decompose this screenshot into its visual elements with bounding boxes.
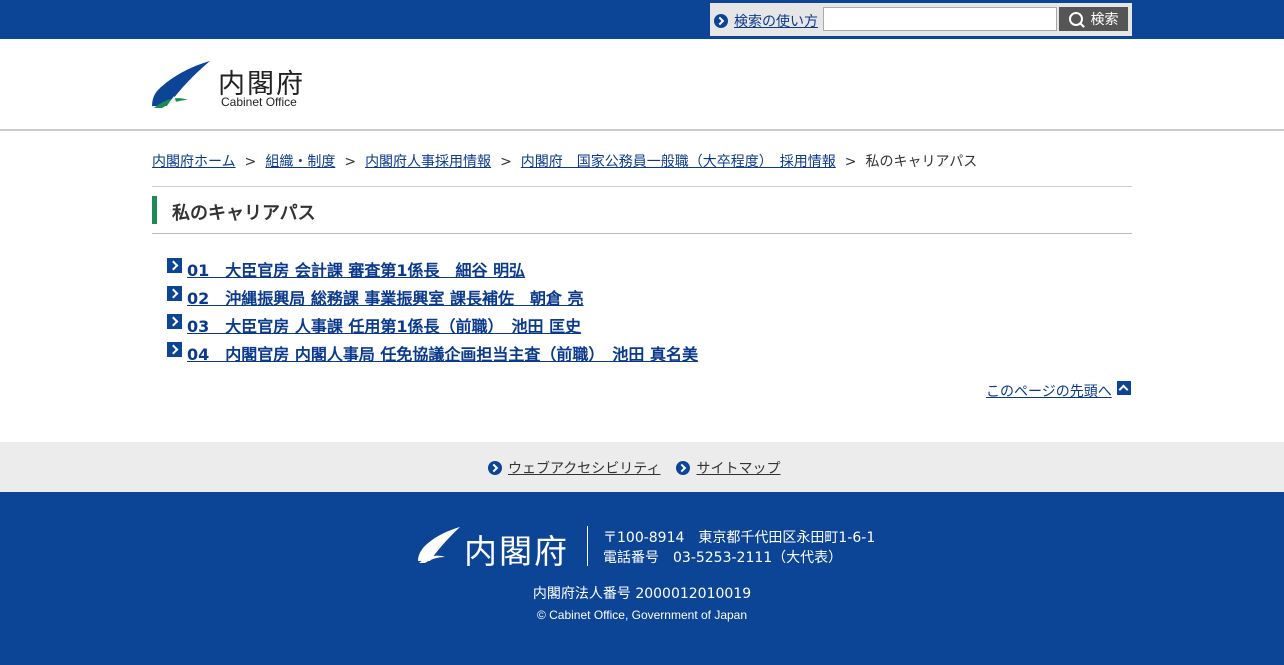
divider [152, 233, 1132, 234]
title-accent-bar [152, 196, 157, 224]
search-box: 検索の使い方 検索 [710, 3, 1132, 36]
career-link-01[interactable]: 01 大臣官房 会計課 審査第1係長 細谷 明弘 [187, 257, 525, 281]
arrow-right-square-icon [167, 286, 182, 301]
breadcrumb: 内閣府ホーム > 組織・制度 > 内閣府人事採用情報 > 内閣府 国家公務員一般職（大卒程度… [152, 151, 977, 171]
cabinet-office-logo-icon [418, 527, 460, 563]
logo-name-en: Cabinet Office [221, 95, 297, 109]
footer-nav-item: サイトマップ [676, 458, 780, 478]
corporate-number: 内閣府法人番号 2000012010019 [532, 586, 752, 602]
site-header: 内閣府 Cabinet Office [0, 39, 1284, 131]
list-item: 03 大臣官房 人事課 任用第1係長（前職） 池田 匡史 [167, 313, 698, 341]
breadcrumb-separator: > [844, 154, 857, 170]
career-link-04[interactable]: 04 内閣官房 内閣人事局 任免協議企画担当主査（前職） 池田 真名美 [187, 341, 698, 365]
footer-nav: ウェブアクセシビリティ サイトマップ [0, 442, 1284, 492]
search-icon [1068, 12, 1083, 26]
page-title-block: 私のキャリアパス [152, 196, 1132, 224]
list-item: 04 内閣官房 内閣人事局 任免協議企画担当主査（前職） 池田 真名美 [167, 341, 698, 369]
divider [587, 526, 588, 566]
chevron-right-circle-icon [714, 14, 728, 28]
breadcrumb-organization[interactable]: 組織・制度 [265, 154, 335, 170]
breadcrumb-separator: > [344, 154, 357, 170]
career-link-03[interactable]: 03 大臣官房 人事課 任用第1係長（前職） 池田 匡史 [187, 313, 581, 337]
footer-address: 〒100-8914 東京都千代田区永田町1-6-1 [603, 530, 876, 546]
breadcrumb-separator: > [244, 154, 257, 170]
arrow-right-square-icon [167, 342, 182, 357]
search-button-label: 検索 [1090, 12, 1119, 28]
arrow-up-square-icon[interactable] [1116, 381, 1131, 395]
page-title: 私のキャリアパス [172, 203, 316, 224]
divider [152, 186, 1132, 187]
site-logo[interactable]: 内閣府 Cabinet Office [152, 60, 312, 112]
career-path-list: 01 大臣官房 会計課 審査第1係長 細谷 明弘 02 沖縄振興局 総務課 事業… [167, 257, 698, 369]
breadcrumb-recruitment[interactable]: 内閣府人事採用情報 [365, 154, 491, 170]
footer-phone: 電話番号 03-5253-2111（大代表） [603, 550, 843, 566]
footer-nav-item: ウェブアクセシビリティ [488, 458, 660, 478]
top-bar: 検索の使い方 検索 [0, 0, 1284, 39]
breadcrumb-separator: > [500, 154, 512, 170]
chevron-right-circle-icon [676, 461, 691, 475]
footer-logo: 内閣府 [418, 526, 578, 571]
breadcrumb-home[interactable]: 内閣府ホーム [152, 154, 236, 170]
footer-address-block: 〒100-8914 東京都千代田区永田町1-6-1 電話番号 03-5253-2… [603, 528, 875, 568]
page-top-link[interactable]: このページの先頭へ [986, 381, 1112, 401]
cabinet-office-logo-icon [152, 61, 210, 108]
site-footer: 内閣府 〒100-8914 東京都千代田区永田町1-6-1 電話番号 03-52… [0, 492, 1284, 665]
search-help-label: 検索の使い方 [734, 14, 818, 30]
list-item: 02 沖縄振興局 総務課 事業振興室 課長補佐 朝倉 亮 [167, 285, 698, 313]
career-link-02[interactable]: 02 沖縄振興局 総務課 事業振興室 課長補佐 朝倉 亮 [187, 285, 584, 309]
search-button[interactable]: 検索 [1059, 7, 1128, 31]
copyright: © Cabinet Office, Government of Japan [536, 608, 748, 622]
chevron-right-circle-icon [488, 461, 502, 475]
arrow-right-square-icon [167, 258, 182, 273]
search-help-link[interactable]: 検索の使い方 [714, 11, 818, 31]
page-top: このページの先頭へ [986, 381, 1131, 401]
list-item: 01 大臣官房 会計課 審査第1係長 細谷 明弘 [167, 257, 698, 285]
footer-logo-text: 内閣府 [464, 532, 569, 571]
accessibility-link[interactable]: ウェブアクセシビリティ [508, 458, 660, 478]
sitemap-link[interactable]: サイトマップ [696, 458, 780, 478]
search-input[interactable] [823, 7, 1057, 31]
arrow-right-square-icon [167, 314, 182, 329]
breadcrumb-current: 私のキャリアパス [865, 154, 978, 170]
breadcrumb-general-service[interactable]: 内閣府 国家公務員一般職（大卒程度） 採用情報 [521, 154, 836, 170]
